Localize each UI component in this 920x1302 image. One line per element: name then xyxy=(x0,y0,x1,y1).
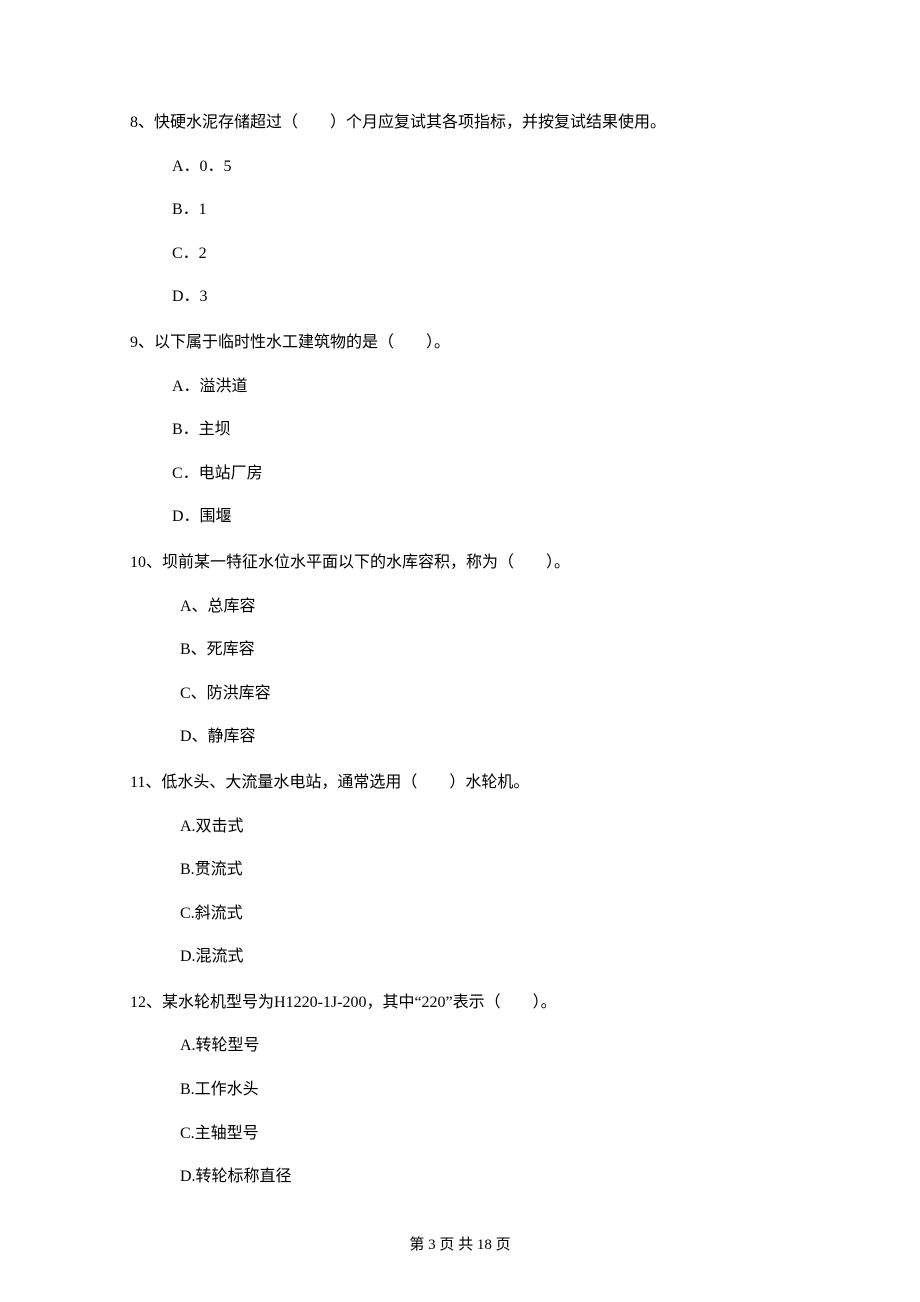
option-c: C.主轴型号 xyxy=(130,1121,790,1147)
question-number: 8、 xyxy=(130,114,154,131)
option-c: C、防洪库容 xyxy=(130,681,790,707)
question-number: 9、 xyxy=(130,334,154,351)
question-body: 快硬水泥存储超过（ ）个月应复试其各项指标，并按复试结果使用。 xyxy=(154,114,666,131)
question-10: 10、坝前某一特征水位水平面以下的水库容积，称为（ ）。 A、总库容 B、死库容… xyxy=(130,550,790,750)
option-a: A、总库容 xyxy=(130,594,790,620)
question-body: 某水轮机型号为H1220-1J-200，其中“220”表示（ ）。 xyxy=(162,994,557,1011)
question-9: 9、以下属于临时性水工建筑物的是（ ）。 A．溢洪道 B．主坝 C．电站厂房 D… xyxy=(130,330,790,530)
option-a: A.双击式 xyxy=(130,814,790,840)
page-footer: 第 3 页 共 18 页 xyxy=(0,1233,920,1254)
option-a: A．溢洪道 xyxy=(130,374,790,400)
option-b: B．1 xyxy=(130,197,790,223)
question-body: 以下属于临时性水工建筑物的是（ ）。 xyxy=(154,334,450,351)
question-text: 12、某水轮机型号为H1220-1J-200，其中“220”表示（ ）。 xyxy=(130,990,790,1016)
question-body: 低水头、大流量水电站，通常选用（ ）水轮机。 xyxy=(161,774,529,791)
exam-content: 8、快硬水泥存储超过（ ）个月应复试其各项指标，并按复试结果使用。 A．0．5 … xyxy=(0,0,920,1190)
option-d: D．3 xyxy=(130,284,790,310)
question-12: 12、某水轮机型号为H1220-1J-200，其中“220”表示（ ）。 A.转… xyxy=(130,990,790,1190)
option-b: B.工作水头 xyxy=(130,1077,790,1103)
question-11: 11、低水头、大流量水电站，通常选用（ ）水轮机。 A.双击式 B.贯流式 C.… xyxy=(130,770,790,970)
question-text: 9、以下属于临时性水工建筑物的是（ ）。 xyxy=(130,330,790,356)
question-text: 11、低水头、大流量水电站，通常选用（ ）水轮机。 xyxy=(130,770,790,796)
option-c: C.斜流式 xyxy=(130,901,790,927)
option-a: A．0．5 xyxy=(130,154,790,180)
question-number: 12、 xyxy=(130,994,162,1011)
option-b: B、死库容 xyxy=(130,637,790,663)
question-number: 11、 xyxy=(130,774,161,791)
option-d: D、静库容 xyxy=(130,724,790,750)
option-b: B.贯流式 xyxy=(130,857,790,883)
option-d: D．围堰 xyxy=(130,504,790,530)
question-number: 10、 xyxy=(130,554,162,571)
option-a: A.转轮型号 xyxy=(130,1033,790,1059)
question-8: 8、快硬水泥存储超过（ ）个月应复试其各项指标，并按复试结果使用。 A．0．5 … xyxy=(130,110,790,310)
option-b: B．主坝 xyxy=(130,417,790,443)
option-d: D.转轮标称直径 xyxy=(130,1164,790,1190)
question-text: 10、坝前某一特征水位水平面以下的水库容积，称为（ ）。 xyxy=(130,550,790,576)
question-body: 坝前某一特征水位水平面以下的水库容积，称为（ ）。 xyxy=(162,554,570,571)
option-c: C．2 xyxy=(130,241,790,267)
question-text: 8、快硬水泥存储超过（ ）个月应复试其各项指标，并按复试结果使用。 xyxy=(130,110,790,136)
option-c: C．电站厂房 xyxy=(130,461,790,487)
option-d: D.混流式 xyxy=(130,944,790,970)
